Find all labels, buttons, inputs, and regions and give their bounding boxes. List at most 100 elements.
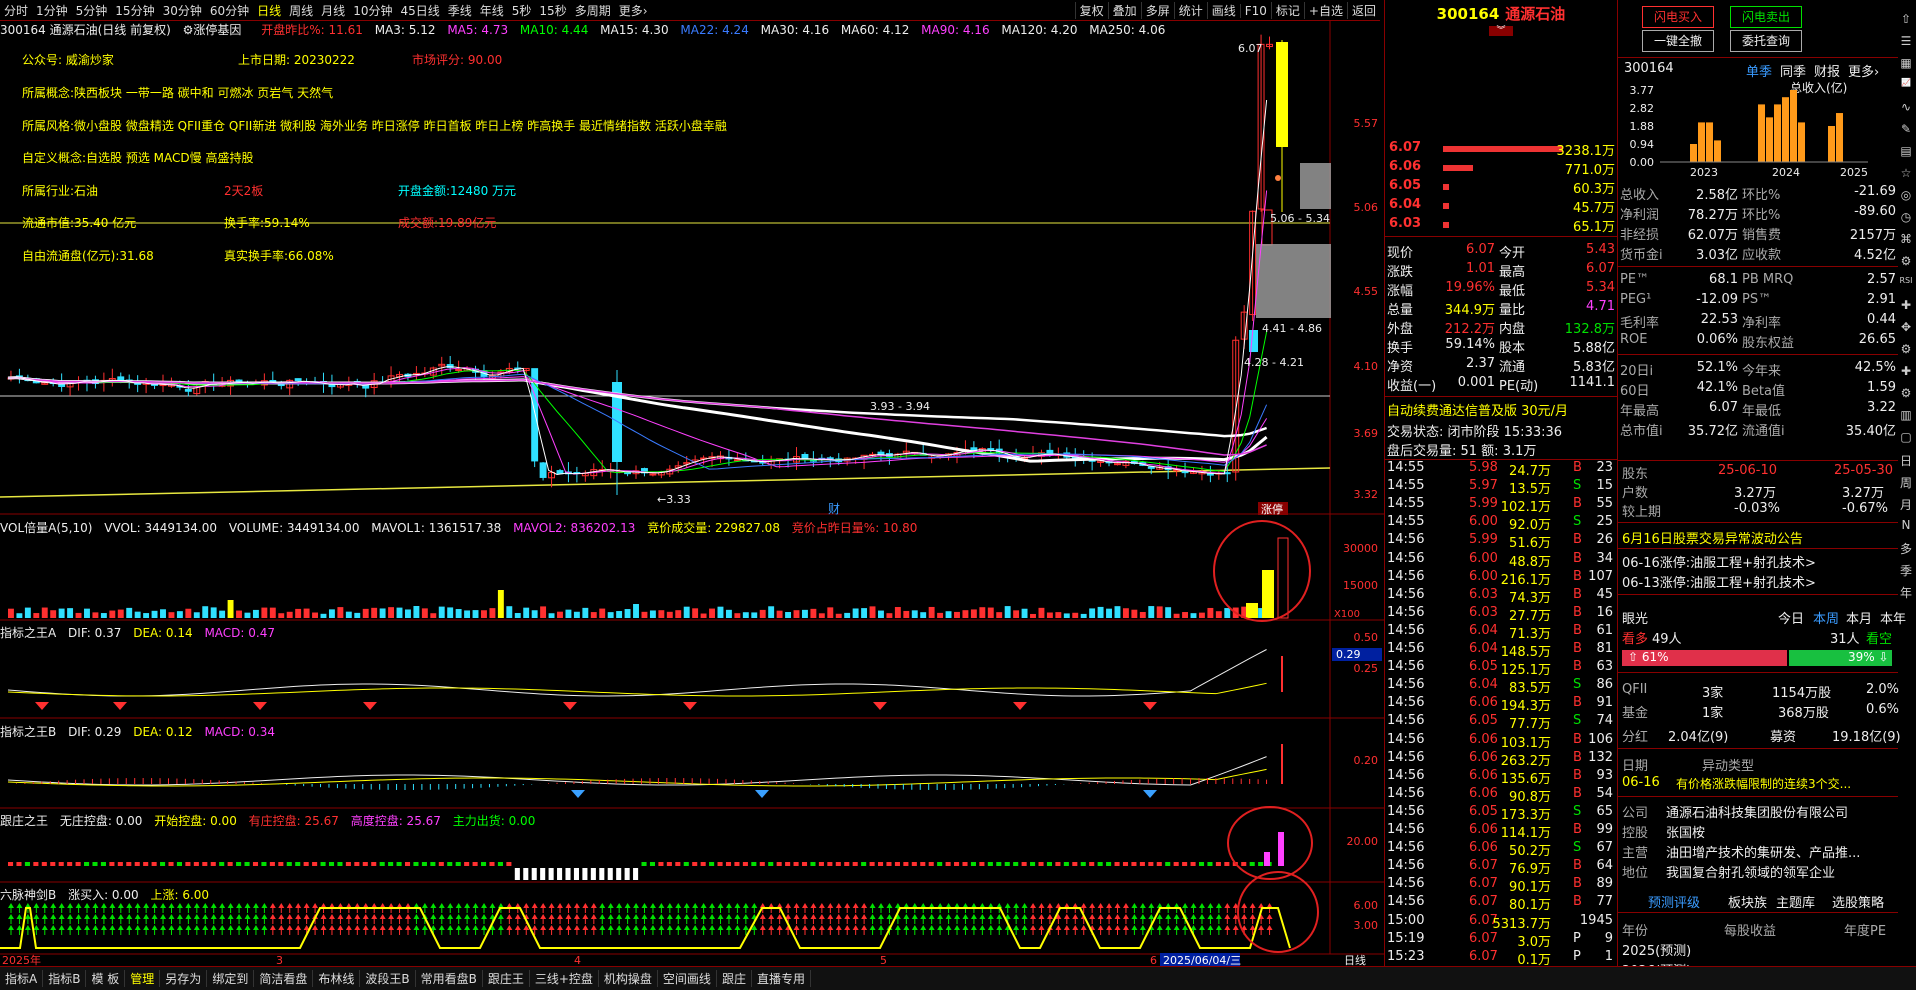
tick-row[interactable]: 14:55 5.97 13.5万 S 15 (1385, 478, 1617, 497)
settings-icon[interactable]: ⚙ (1896, 254, 1916, 268)
bottom-tab[interactable]: 机构操盘 (599, 970, 658, 987)
tick-row[interactable]: 15:19 6.07 3.0万 P 9 (1385, 931, 1617, 950)
bottom-tab[interactable]: 三线+控盘 (530, 970, 599, 987)
tick-row[interactable]: 14:55 5.98 24.7万 B 23 (1385, 460, 1617, 479)
collapse-chevron-icon[interactable]: ︾ (1489, 26, 1513, 36)
bottom-tab[interactable]: 指标B (43, 970, 87, 987)
zt-link-1[interactable]: 06-16涨停:油服工程+射孔技术> (1622, 552, 1816, 571)
clock-icon[interactable]: ◷ (1896, 210, 1916, 224)
tick-row[interactable]: 14:56 6.07 80.1万 B 77 (1385, 894, 1617, 913)
bottom-tab[interactable]: 布林线 (313, 970, 361, 987)
tools-icon[interactable]: ✎ (1896, 122, 1916, 136)
volume-bar (557, 611, 563, 618)
window-icon[interactable]: ▢ (1896, 430, 1916, 444)
ask-row[interactable]: 6.03 65.1万 (1385, 216, 1617, 235)
tick-row[interactable]: 14:56 6.03 27.7万 B 16 (1385, 605, 1617, 624)
flash-buy-button[interactable]: 闪电买入 (1642, 6, 1714, 28)
fin-tool-link[interactable]: 预测评级 (1648, 892, 1700, 911)
RSI-icon[interactable]: RSI (1896, 276, 1916, 285)
bottom-tab[interactable]: 空间画线 (658, 970, 717, 987)
time-axis-period[interactable]: 日线 (1344, 953, 1366, 966)
flash-sell-button[interactable]: 闪电卖出 (1730, 6, 1802, 28)
tick-row[interactable]: 14:55 5.99 102.1万 B 55 (1385, 496, 1617, 515)
target-icon[interactable]: ◎ (1896, 188, 1916, 202)
tick-row[interactable]: 14:56 6.04 71.3万 B 61 (1385, 623, 1617, 642)
chart-icon[interactable]: 📈 (1896, 78, 1916, 87)
zt-link-2[interactable]: 06-13涨停:油服工程+射孔技术> (1622, 572, 1816, 591)
book-icon[interactable]: ▤ (1896, 144, 1916, 158)
list-icon[interactable]: ☰ (1896, 34, 1916, 48)
bottom-tab[interactable]: 模 板 (86, 970, 126, 987)
gear-icon[interactable]: ⚙ (1896, 342, 1916, 356)
star-icon[interactable]: ☆ (1896, 166, 1916, 180)
bottom-tab[interactable]: 简洁看盘 (254, 970, 314, 987)
tick-row[interactable]: 14:56 6.05 125.1万 B 63 (1385, 659, 1617, 678)
fin-tool-link[interactable]: 主题库 (1776, 892, 1815, 911)
bars-icon[interactable]: ▥ (1896, 408, 1916, 422)
tick-row[interactable]: 14:56 6.00 216.1万 B 107 (1385, 569, 1617, 588)
fee-ad[interactable]: 自动续费通达信普及版 30元/月 (1387, 400, 1568, 419)
cross2-icon[interactable]: ✚ (1896, 364, 1916, 378)
N-icon[interactable]: N (1896, 518, 1916, 532)
bottom-tab[interactable]: 指标A (0, 970, 44, 987)
tick-row[interactable]: 14:56 6.06 194.3万 B 91 (1385, 695, 1617, 714)
zhuang-bar (565, 868, 571, 880)
季-icon[interactable]: 季 (1896, 562, 1916, 579)
notice-link[interactable]: 6月16日股票交易异常波动公告 (1622, 528, 1803, 547)
globe-icon[interactable]: ⌘ (1896, 232, 1916, 246)
tick-row[interactable]: 14:56 6.05 173.3万 S 65 (1385, 804, 1617, 823)
bottom-tab[interactable]: 绑定到 (207, 970, 255, 987)
ask-row[interactable]: 6.06 771.0万 (1385, 159, 1617, 178)
fin-tool-link[interactable]: 选股策略 (1832, 892, 1884, 911)
tick-row[interactable]: 14:56 6.03 74.3万 B 45 (1385, 587, 1617, 606)
volume-bar (886, 613, 893, 618)
多-icon[interactable]: 多 (1896, 540, 1916, 557)
up-arrow-icon[interactable]: ⇧ (1896, 12, 1916, 26)
view-tab-month[interactable]: 本月 (1846, 608, 1872, 627)
bottom-tab[interactable]: 管理 (125, 970, 161, 987)
zt-gene-icon[interactable]: ⚙涨停基因 (183, 23, 250, 37)
月-icon[interactable]: 月 (1896, 496, 1916, 513)
ask-row[interactable]: 6.07 3238.1万 (1385, 140, 1617, 159)
cancel-all-button[interactable]: 一键全撤 (1642, 30, 1714, 52)
bottom-tab[interactable]: 直播专用 (752, 970, 811, 987)
order-query-button[interactable]: 委托查询 (1730, 30, 1802, 52)
tick-row[interactable]: 14:56 6.06 135.6万 B 93 (1385, 768, 1617, 787)
ask-row[interactable]: 6.04 45.7万 (1385, 197, 1617, 216)
tick-row[interactable]: 15:00 6.07 5313.7万 1945 (1385, 913, 1617, 932)
gear2-icon[interactable]: ⚙ (1896, 386, 1916, 400)
bottom-tab[interactable]: 跟庄 (717, 970, 752, 987)
tick-row[interactable]: 14:56 6.04 148.5万 B 81 (1385, 641, 1617, 660)
volume-bar (143, 613, 150, 618)
tick-row[interactable]: 14:56 6.06 263.2万 B 132 (1385, 750, 1617, 769)
view-tab-week[interactable]: 本周 (1813, 608, 1839, 627)
chart2-icon[interactable]: ∿ (1896, 100, 1916, 114)
日-icon[interactable]: 日 (1896, 452, 1916, 469)
bottom-tab[interactable]: 跟庄王 (483, 970, 530, 987)
年-icon[interactable]: 年 (1896, 584, 1916, 601)
tick-row[interactable]: 14:56 6.06 114.1万 B 99 (1385, 822, 1617, 841)
bottom-tab[interactable]: 另存为 (160, 970, 208, 987)
tick-row[interactable]: 14:56 6.07 90.1万 B 89 (1385, 876, 1617, 895)
ma250: MA250: 4.06 (1089, 23, 1166, 37)
tick-row[interactable]: 14:55 6.00 92.0万 S 25 (1385, 514, 1617, 533)
annot-cai[interactable]: 财 (828, 502, 840, 516)
tick-row[interactable]: 15:23 6.07 0.1万 P 1 (1385, 949, 1617, 968)
fin-tool-link[interactable]: 板块族 (1728, 892, 1767, 911)
bottom-tab[interactable]: 波段王B (360, 970, 416, 987)
tick-row[interactable]: 14:56 6.06 103.1万 B 106 (1385, 732, 1617, 751)
tick-row[interactable]: 14:56 6.07 76.9万 B 64 (1385, 858, 1617, 877)
周-icon[interactable]: 周 (1896, 474, 1916, 491)
tick-row[interactable]: 14:56 6.06 50.2万 S 67 (1385, 840, 1617, 859)
move-icon[interactable]: ✥ (1896, 320, 1916, 334)
cross-icon[interactable]: ✚ (1896, 298, 1916, 312)
view-tab-today[interactable]: 今日 (1778, 608, 1804, 627)
tick-row[interactable]: 14:56 6.00 48.8万 B 34 (1385, 551, 1617, 570)
tick-row[interactable]: 14:56 6.06 90.8万 B 54 (1385, 786, 1617, 805)
bottom-tab[interactable]: 常用看盘B (416, 970, 483, 987)
tick-row[interactable]: 14:56 5.99 51.6万 B 26 (1385, 532, 1617, 551)
tick-row[interactable]: 14:56 6.05 77.7万 S 74 (1385, 713, 1617, 732)
grid-icon[interactable]: ▦ (1896, 56, 1916, 70)
tick-row[interactable]: 14:56 6.04 83.5万 S 86 (1385, 677, 1617, 696)
ask-row[interactable]: 6.05 60.3万 (1385, 178, 1617, 197)
